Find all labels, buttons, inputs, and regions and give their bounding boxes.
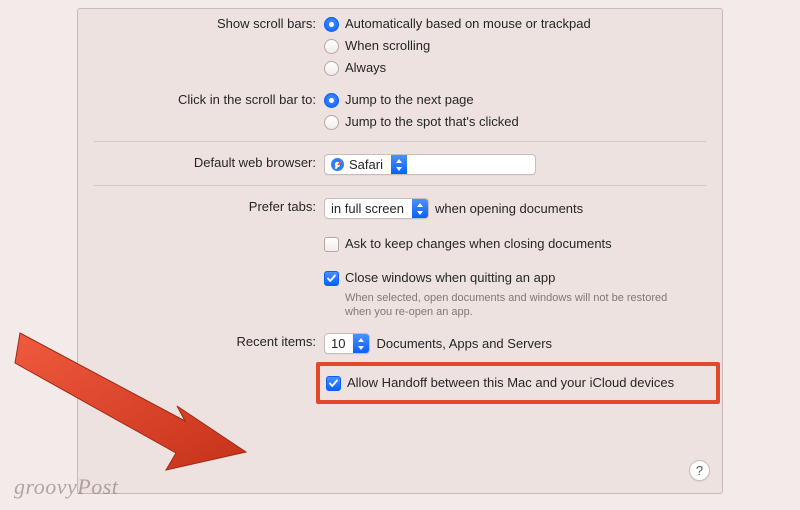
select-recent-value: 10 <box>331 335 345 353</box>
select-tabs-value: in full screen <box>331 200 404 218</box>
row-recent-items: Recent items: 10 Documents, Apps and Ser… <box>78 333 722 404</box>
watermark: groovyPost <box>14 474 118 500</box>
general-preferences-panel: Show scroll bars: Automatically based on… <box>77 8 723 494</box>
label-prefer-tabs: Prefer tabs: <box>78 198 324 214</box>
row-click-scrollbar: Click in the scroll bar to: Jump to the … <box>78 91 722 131</box>
radio-click-spot[interactable] <box>324 115 339 130</box>
label-handoff: Allow Handoff between this Mac and your … <box>347 374 674 392</box>
recent-items-suffix: Documents, Apps and Servers <box>376 335 552 353</box>
help-icon: ? <box>696 463 703 478</box>
radio-label-scroll-always: Always <box>345 59 386 77</box>
radio-scroll-scrolling[interactable] <box>324 39 339 54</box>
checkbox-close-windows[interactable] <box>324 271 339 286</box>
checkbox-handoff[interactable] <box>326 376 341 391</box>
select-prefer-tabs[interactable]: in full screen <box>324 198 429 219</box>
radio-scroll-always[interactable] <box>324 61 339 76</box>
row-scroll-bars: Show scroll bars: Automatically based on… <box>78 15 722 77</box>
select-default-browser[interactable]: Safari <box>324 154 536 175</box>
updown-icon <box>353 334 369 353</box>
radio-label-scroll-scrolling: When scrolling <box>345 37 430 55</box>
desc-close-windows: When selected, open documents and window… <box>324 291 694 319</box>
radio-label-click-nextpage: Jump to the next page <box>345 91 474 109</box>
divider <box>94 141 706 142</box>
row-default-browser: Default web browser: Safari <box>78 154 722 175</box>
radio-label-click-spot: Jump to the spot that's clicked <box>345 113 519 131</box>
label-ask-changes: Ask to keep changes when closing documen… <box>345 235 612 253</box>
label-recent-items: Recent items: <box>78 333 324 349</box>
safari-icon <box>331 158 344 171</box>
help-button[interactable]: ? <box>689 460 710 481</box>
updown-icon <box>391 155 407 174</box>
row-prefer-tabs: Prefer tabs: in full screen when opening… <box>78 198 722 319</box>
label-scroll-bars: Show scroll bars: <box>78 15 324 31</box>
label-click-scrollbar: Click in the scroll bar to: <box>78 91 324 107</box>
radio-click-nextpage[interactable] <box>324 93 339 108</box>
select-recent-items[interactable]: 10 <box>324 333 370 354</box>
divider <box>94 185 706 186</box>
radio-scroll-auto[interactable] <box>324 17 339 32</box>
prefer-tabs-suffix: when opening documents <box>435 200 583 218</box>
checkbox-ask-changes[interactable] <box>324 237 339 252</box>
radio-label-scroll-auto: Automatically based on mouse or trackpad <box>345 15 591 33</box>
select-browser-value: Safari <box>349 156 383 174</box>
label-close-windows: Close windows when quitting an app <box>345 269 555 287</box>
updown-icon <box>412 199 428 218</box>
label-default-browser: Default web browser: <box>78 154 324 170</box>
highlight-box-handoff: Allow Handoff between this Mac and your … <box>316 362 720 404</box>
